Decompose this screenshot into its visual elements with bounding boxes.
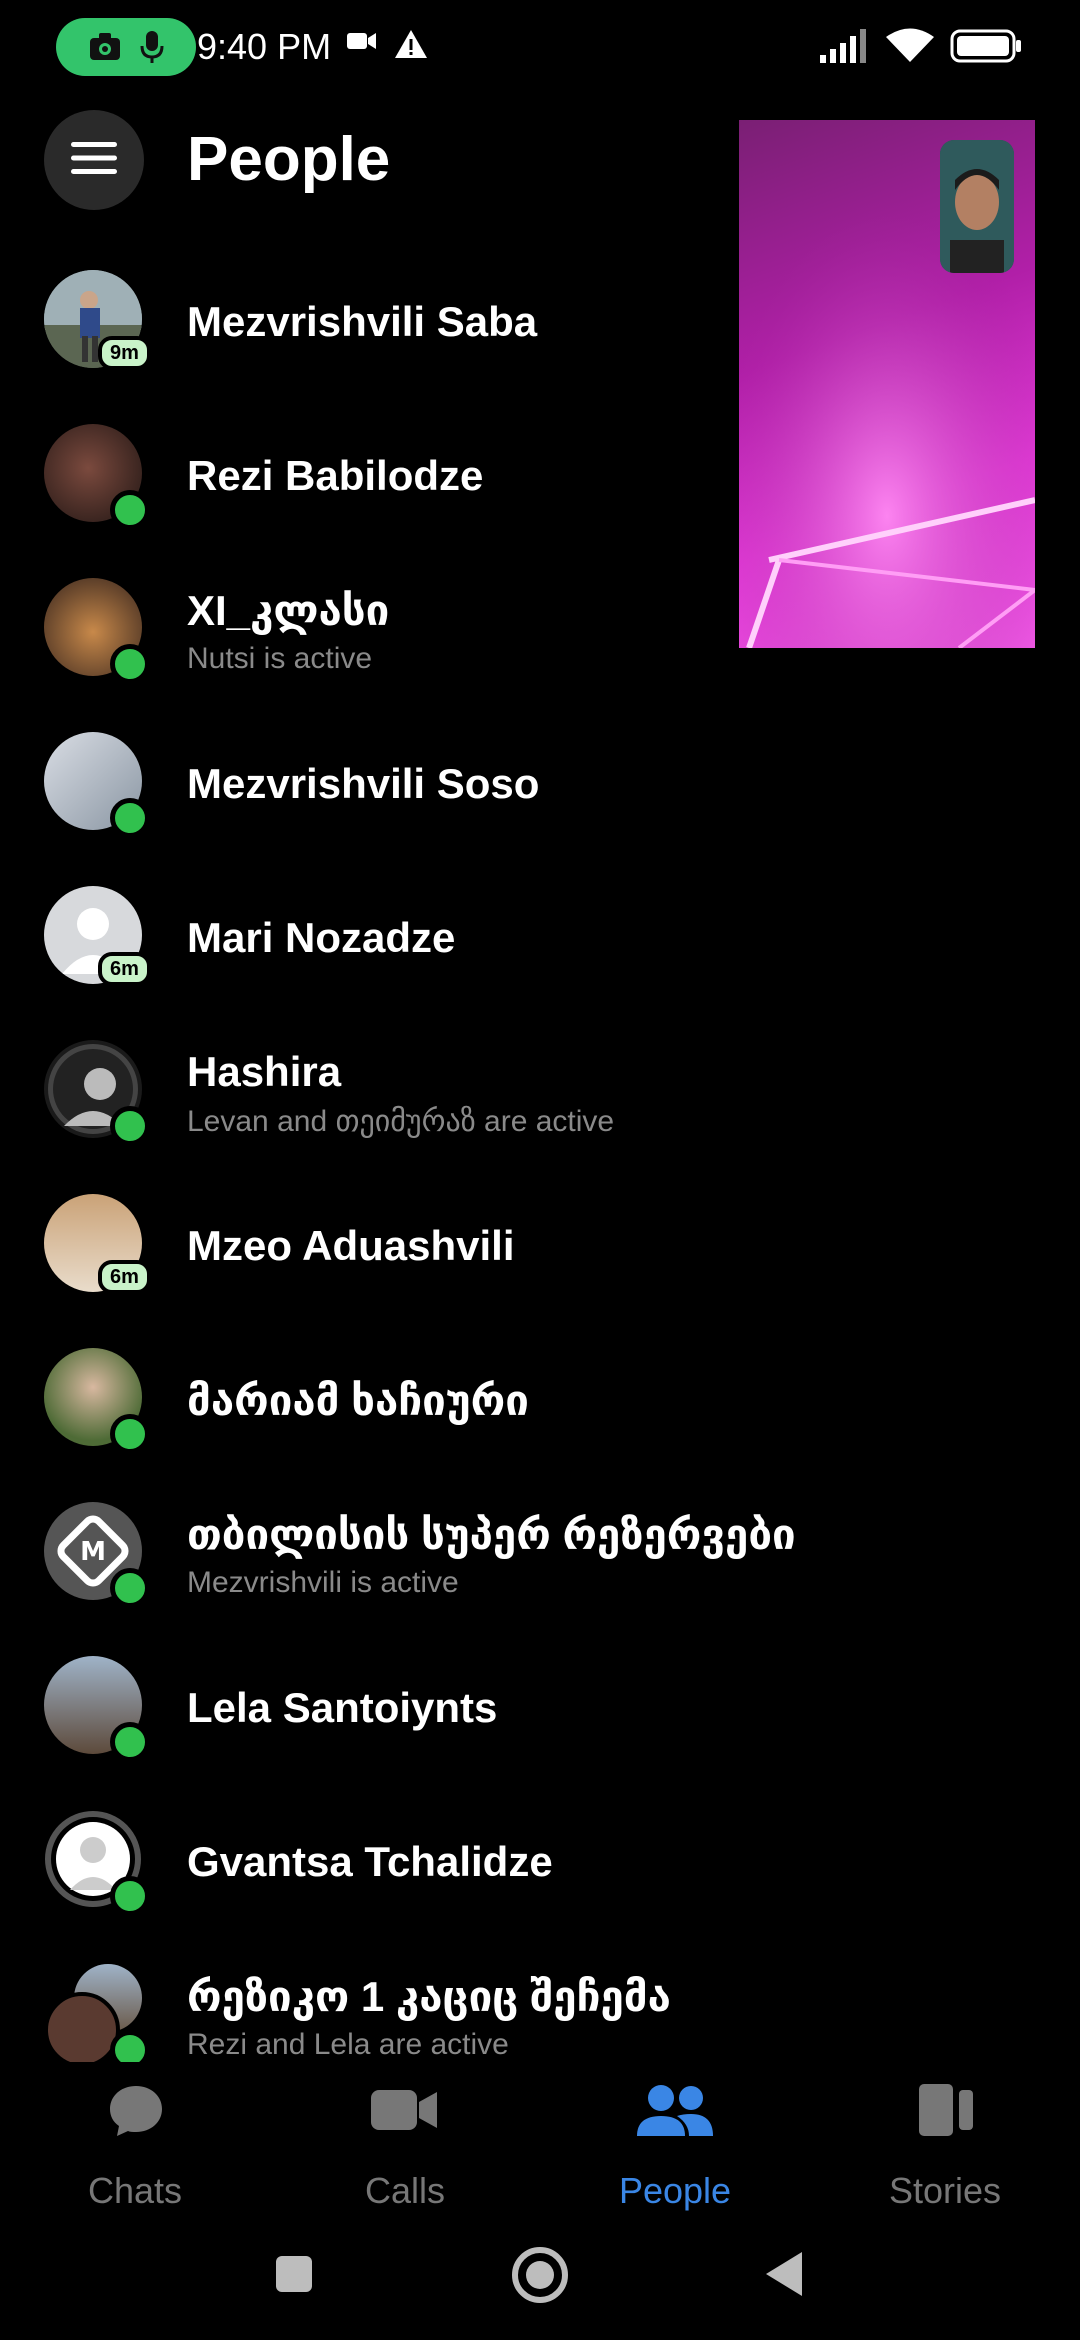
online-indicator <box>110 1568 150 1608</box>
online-indicator <box>110 1106 150 1146</box>
list-item[interactable]: Lela Santoiynts <box>0 1656 1080 1806</box>
avatar <box>44 1992 120 2062</box>
people-icon <box>637 2082 713 2143</box>
online-indicator <box>110 490 150 530</box>
group-name: XI_კლასი <box>187 587 390 634</box>
last-active-badge: 6m <box>98 952 151 986</box>
tab-stories[interactable]: Stories <box>845 2082 1045 2211</box>
group-name: რეზიკო 1 კაციც შეჩემა <box>187 1973 671 2020</box>
home-button[interactable] <box>511 2246 569 2309</box>
list-item[interactable]: M თბილისის სუპერ რეზერვები Mezvrishvili … <box>0 1502 1080 1652</box>
list-item[interactable]: მარიამ ხაჩიური <box>0 1348 1080 1498</box>
system-navigation-bar <box>0 2212 1080 2340</box>
back-button[interactable] <box>762 2250 806 2303</box>
active-members: Mezvrishvili is active <box>187 1566 459 1599</box>
list-item[interactable]: 6m Mzeo Aduashvili <box>0 1194 1080 1344</box>
tab-label: People <box>618 2170 732 2211</box>
person-name: Mezvrishvili Saba <box>187 298 538 345</box>
person-name: მარიამ ხაჩიური <box>187 1377 529 1424</box>
tab-people[interactable]: People <box>575 2082 775 2211</box>
video-camera-icon <box>371 2088 439 2137</box>
person-name: Mezvrishvili Soso <box>187 760 540 807</box>
tab-calls[interactable]: Calls <box>305 2082 505 2211</box>
person-name: Lela Santoiynts <box>187 1684 498 1731</box>
online-indicator <box>110 1876 150 1916</box>
list-item[interactable]: რეზიკო 1 კაციც შეჩემა Rezi and Lela are … <box>0 1964 1080 2062</box>
active-members: Levan and თეიმურაზ are active <box>187 1105 615 1138</box>
person-name: Mari Nozadze <box>187 914 456 961</box>
list-item[interactable]: 6m Mari Nozadze <box>0 886 1080 1036</box>
chat-bubble-icon <box>107 2082 165 2145</box>
online-indicator <box>110 1722 150 1762</box>
online-indicator <box>110 1414 150 1454</box>
list-item[interactable]: Hashira Levan and თეიმურაზ are active <box>0 1040 1080 1190</box>
person-name: Mzeo Aduashvili <box>187 1222 515 1269</box>
active-members: Nutsi is active <box>187 642 373 675</box>
online-indicator <box>110 798 150 838</box>
tab-label: Stories <box>888 2170 1002 2211</box>
list-item[interactable]: Gvantsa Tchalidze <box>0 1810 1080 1960</box>
group-name: Hashira <box>187 1048 342 1095</box>
svg-text:M: M <box>80 1537 106 1567</box>
tab-label: Chats <box>87 2170 183 2211</box>
last-active-badge: 9m <box>98 336 151 370</box>
tab-label: Calls <box>364 2170 445 2211</box>
tab-chats[interactable]: Chats <box>35 2082 235 2211</box>
last-active-badge: 6m <box>98 1260 151 1294</box>
online-indicator <box>110 644 150 684</box>
recents-button[interactable] <box>274 2254 314 2299</box>
list-item[interactable]: Mezvrishvili Soso <box>0 732 1080 882</box>
person-name: Gvantsa Tchalidze <box>187 1838 553 1885</box>
group-name: თბილისის სუპერ რეზერვები <box>187 1511 796 1558</box>
online-indicator <box>110 2030 150 2062</box>
bottom-navigation: Chats Calls People Stories <box>0 2062 1080 2212</box>
active-members: Rezi and Lela are active <box>187 2028 509 2061</box>
self-video-thumbnail[interactable] <box>940 140 1014 273</box>
stories-icon <box>919 2084 975 2141</box>
person-name: Rezi Babilodze <box>187 452 484 499</box>
